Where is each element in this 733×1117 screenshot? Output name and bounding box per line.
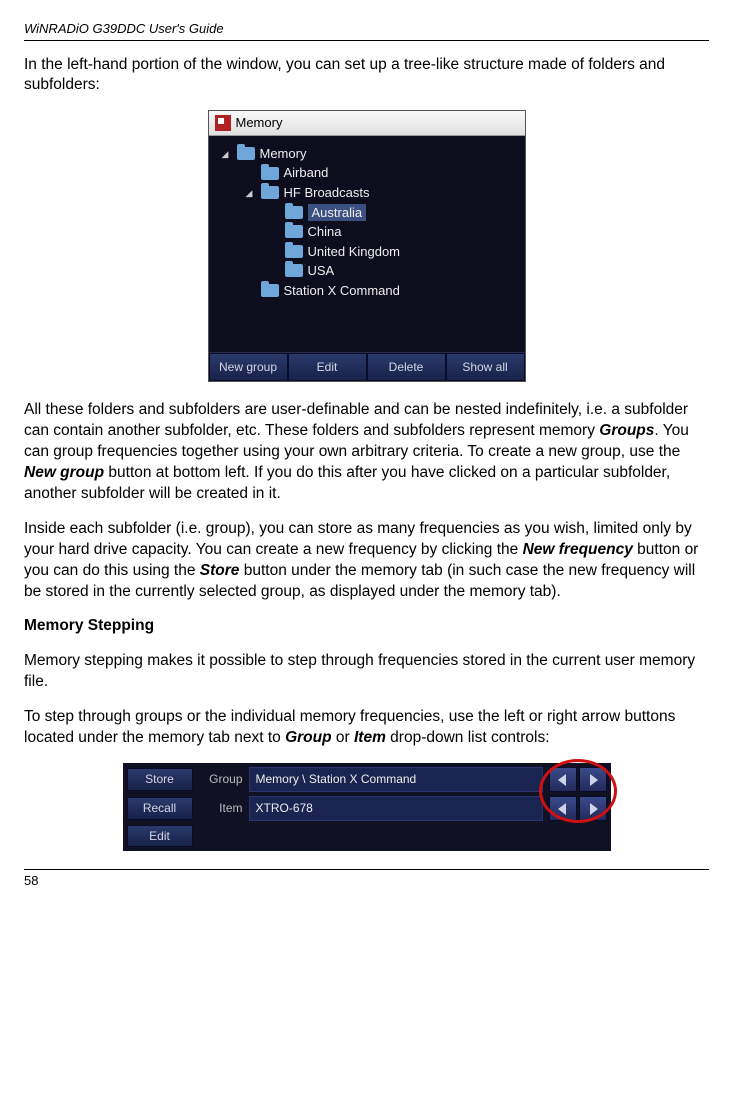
chevron-right-icon bbox=[588, 803, 598, 815]
term-new-group: New group bbox=[24, 464, 104, 481]
stepper-row-item: Recall Item XTRO-678 bbox=[127, 796, 607, 821]
memory-tree: ◢ Memory Airband ◢ HF Broadcasts Austral… bbox=[209, 136, 525, 352]
group-field[interactable]: Memory \ Station X Command bbox=[249, 767, 543, 791]
group-prev-button[interactable] bbox=[549, 767, 577, 792]
page-footer: 58 bbox=[24, 869, 709, 890]
paragraph-groups: All these folders and subfolders are use… bbox=[24, 400, 709, 505]
group-arrow-group bbox=[549, 767, 607, 792]
stepper-panel: Store Group Memory \ Station X Command R… bbox=[123, 763, 611, 851]
term-new-frequency: New frequency bbox=[523, 541, 633, 558]
figure-stepper: Store Group Memory \ Station X Command R… bbox=[24, 763, 709, 851]
folder-icon bbox=[285, 206, 303, 219]
tree-label: Memory bbox=[260, 145, 307, 163]
text-span: button at bottom left. If you do this af… bbox=[24, 464, 670, 502]
tree-item-uk[interactable]: United Kingdom bbox=[223, 242, 519, 262]
term-groups: Groups bbox=[599, 422, 654, 439]
paragraph-stepping-how: To step through groups or the individual… bbox=[24, 707, 709, 749]
folder-icon bbox=[261, 186, 279, 199]
tree-item-stationx[interactable]: Station X Command bbox=[223, 281, 519, 301]
folder-icon bbox=[285, 245, 303, 258]
chevron-right-icon bbox=[588, 774, 598, 786]
tree-item-usa[interactable]: USA bbox=[223, 261, 519, 281]
text-span: or bbox=[332, 729, 354, 746]
item-field[interactable]: XTRO-678 bbox=[249, 796, 543, 820]
folder-icon bbox=[285, 264, 303, 277]
tree-item-china[interactable]: China bbox=[223, 222, 519, 242]
folder-icon bbox=[261, 284, 279, 297]
group-label: Group bbox=[199, 771, 243, 787]
edit-button[interactable]: Edit bbox=[288, 353, 367, 381]
edit-button-2[interactable]: Edit bbox=[127, 825, 193, 847]
term-store: Store bbox=[200, 562, 240, 579]
tree-root[interactable]: ◢ Memory bbox=[223, 144, 519, 164]
item-prev-button[interactable] bbox=[549, 796, 577, 821]
tree-item-australia[interactable]: Australia bbox=[223, 203, 519, 223]
document-header: WiNRADiO G39DDC User's Guide bbox=[24, 20, 709, 41]
expand-toggle-icon[interactable]: ◢ bbox=[221, 149, 230, 158]
folder-icon bbox=[285, 225, 303, 238]
show-all-button[interactable]: Show all bbox=[446, 353, 525, 381]
tree-label: China bbox=[308, 223, 342, 241]
tree-label: USA bbox=[308, 262, 335, 280]
item-next-button[interactable] bbox=[579, 796, 607, 821]
stepper-row-edit: Edit bbox=[127, 825, 607, 847]
stepper-row-group: Store Group Memory \ Station X Command bbox=[127, 767, 607, 792]
tree-item-hf[interactable]: ◢ HF Broadcasts bbox=[223, 183, 519, 203]
memory-window-title: Memory bbox=[236, 114, 283, 132]
group-next-button[interactable] bbox=[579, 767, 607, 792]
recall-button[interactable]: Recall bbox=[127, 797, 193, 819]
text-span: drop-down list controls: bbox=[386, 729, 550, 746]
memory-window-titlebar: Memory bbox=[209, 111, 525, 136]
paragraph-intro: In the left-hand portion of the window, … bbox=[24, 55, 709, 97]
new-group-button[interactable]: New group bbox=[209, 353, 288, 381]
store-button[interactable]: Store bbox=[127, 768, 193, 790]
memory-window: Memory ◢ Memory Airband ◢ HF Broadcasts … bbox=[208, 110, 526, 382]
memory-button-bar: New group Edit Delete Show all bbox=[209, 352, 525, 381]
tree-label: Airband bbox=[284, 164, 329, 182]
folder-icon bbox=[261, 167, 279, 180]
tree-item-airband[interactable]: Airband bbox=[223, 163, 519, 183]
expand-toggle-icon[interactable]: ◢ bbox=[245, 188, 254, 197]
delete-button[interactable]: Delete bbox=[367, 353, 446, 381]
chevron-left-icon bbox=[558, 774, 568, 786]
page-number: 58 bbox=[24, 873, 38, 888]
paragraph-freq: Inside each subfolder (i.e. group), you … bbox=[24, 519, 709, 603]
tree-label: United Kingdom bbox=[308, 243, 401, 261]
item-arrow-group bbox=[549, 796, 607, 821]
app-icon bbox=[215, 115, 231, 131]
tree-label-selected: Australia bbox=[308, 204, 367, 222]
tree-label: HF Broadcasts bbox=[284, 184, 370, 202]
term-item: Item bbox=[354, 729, 386, 746]
chevron-left-icon bbox=[558, 803, 568, 815]
figure-memory-tree: Memory ◢ Memory Airband ◢ HF Broadcasts … bbox=[24, 110, 709, 382]
heading-memory-stepping: Memory Stepping bbox=[24, 616, 709, 637]
item-label: Item bbox=[199, 800, 243, 816]
paragraph-stepping-intro: Memory stepping makes it possible to ste… bbox=[24, 651, 709, 693]
term-group: Group bbox=[285, 729, 332, 746]
text-span: All these folders and subfolders are use… bbox=[24, 401, 688, 439]
tree-label: Station X Command bbox=[284, 282, 400, 300]
folder-icon bbox=[237, 147, 255, 160]
